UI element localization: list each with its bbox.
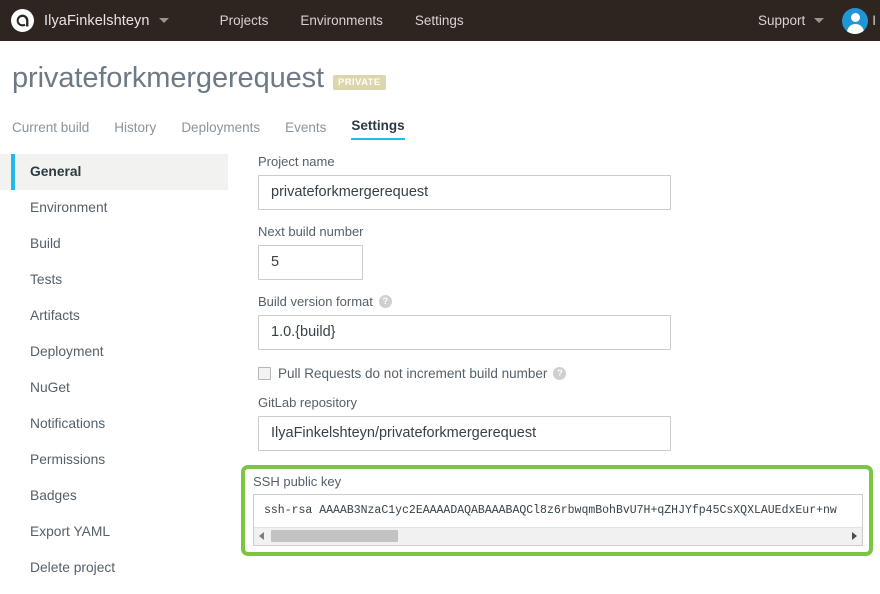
sidebar-item-permissions[interactable]: Permissions — [0, 442, 228, 478]
page-title: privateforkmergerequest — [12, 62, 325, 94]
settings-content: General Environment Build Tests Artifact… — [0, 153, 880, 586]
scrollbar-thumb[interactable] — [271, 529, 398, 542]
gitlab-repository-label: GitLab repository — [258, 394, 357, 410]
sidebar-item-artifacts[interactable]: Artifacts — [0, 298, 228, 334]
build-version-format-label: Build version format ? — [258, 294, 870, 309]
pull-requests-checkbox-label-text: Pull Requests do not increment build num… — [278, 365, 548, 381]
user-menu-label[interactable]: I — [872, 13, 876, 28]
top-navigation-bar: IlyaFinkelshteyn Projects Environments S… — [0, 0, 880, 41]
nav-link-projects[interactable]: Projects — [204, 0, 285, 41]
gitlab-repository-field: GitLab repository — [258, 395, 870, 451]
sidebar-item-notifications[interactable]: Notifications — [0, 406, 228, 442]
build-version-format-field: Build version format ? — [258, 294, 870, 350]
pull-requests-checkbox-label: Pull Requests do not increment build num… — [278, 365, 567, 381]
project-tabs: Current build History Deployments Events… — [0, 112, 880, 140]
project-name-input[interactable] — [258, 174, 671, 210]
tab-settings[interactable]: Settings — [351, 118, 405, 140]
ssh-public-key-highlight: SSH public key ssh-rsa AAAAB3NzaC1yc2EAA… — [241, 464, 873, 556]
ssh-public-key-label: SSH public key — [253, 473, 342, 489]
tab-history[interactable]: History — [114, 120, 156, 140]
sidebar-item-environment[interactable]: Environment — [0, 190, 228, 226]
sidebar-item-export-yaml[interactable]: Export YAML — [0, 514, 228, 550]
chevron-down-icon — [158, 18, 169, 23]
avatar-body-shape — [846, 23, 864, 34]
scroll-left-arrow-icon[interactable] — [254, 528, 269, 545]
build-version-format-input[interactable] — [258, 314, 671, 350]
question-mark-icon[interactable]: ? — [378, 294, 392, 308]
gitlab-repository-input[interactable] — [258, 415, 671, 451]
build-version-format-label-text: Build version format — [258, 293, 373, 309]
project-name-label: Project name — [258, 153, 335, 169]
chevron-down-icon — [814, 18, 825, 23]
pull-requests-checkbox[interactable] — [258, 366, 271, 380]
ssh-public-key-value[interactable]: ssh-rsa AAAAB3NzaC1yc2EAAAADAQABAAABAQCl… — [254, 495, 862, 527]
scroll-right-arrow-shape — [852, 532, 857, 541]
tab-deployments[interactable]: Deployments — [181, 120, 260, 140]
primary-nav-links: Projects Environments Settings — [204, 0, 480, 41]
pull-requests-checkbox-row: Pull Requests do not increment build num… — [258, 366, 870, 381]
general-settings-form: Project name Next build number Build ver… — [228, 154, 880, 586]
ssh-public-key-box[interactable]: ssh-rsa AAAAB3NzaC1yc2EAAAADAQABAAABAQCl… — [253, 493, 863, 546]
ssh-public-key-scrollbar[interactable] — [254, 526, 862, 545]
scroll-right-arrow-icon[interactable] — [847, 528, 862, 545]
account-menu[interactable]: IlyaFinkelshteyn — [0, 0, 169, 41]
avatar-head-shape — [850, 12, 860, 22]
support-menu-label[interactable]: Support — [758, 13, 805, 28]
question-mark-icon[interactable]: ? — [553, 366, 567, 380]
status-badge: PRIVATE — [333, 75, 386, 91]
tab-current-build[interactable]: Current build — [12, 120, 89, 140]
sidebar-item-general[interactable]: General — [0, 153, 228, 190]
sidebar-item-badges[interactable]: Badges — [0, 478, 228, 514]
sidebar-item-tests[interactable]: Tests — [0, 262, 228, 298]
appveyor-logo-icon — [11, 9, 34, 32]
next-build-number-field: Next build number — [258, 224, 870, 280]
scrollbar-track[interactable] — [269, 528, 847, 545]
next-build-number-input[interactable] — [258, 244, 363, 280]
next-build-number-label: Next build number — [258, 223, 364, 239]
settings-sidebar: General Environment Build Tests Artifact… — [0, 153, 228, 586]
project-name-field: Project name — [258, 154, 870, 210]
user-avatar-icon[interactable] — [842, 7, 869, 34]
nav-link-environments[interactable]: Environments — [284, 0, 399, 41]
account-name: IlyaFinkelshteyn — [44, 12, 150, 29]
page-header: privateforkmergerequest PRIVATE — [0, 41, 880, 95]
sidebar-item-build[interactable]: Build — [0, 226, 228, 262]
nav-right-group: Support I — [758, 0, 880, 41]
nav-link-settings[interactable]: Settings — [399, 0, 480, 41]
tab-events[interactable]: Events — [285, 120, 326, 140]
sidebar-item-delete-project[interactable]: Delete project — [0, 550, 228, 586]
sidebar-item-nuget[interactable]: NuGet — [0, 370, 228, 406]
sidebar-item-deployment[interactable]: Deployment — [0, 334, 228, 370]
scroll-left-arrow-shape — [259, 532, 264, 541]
